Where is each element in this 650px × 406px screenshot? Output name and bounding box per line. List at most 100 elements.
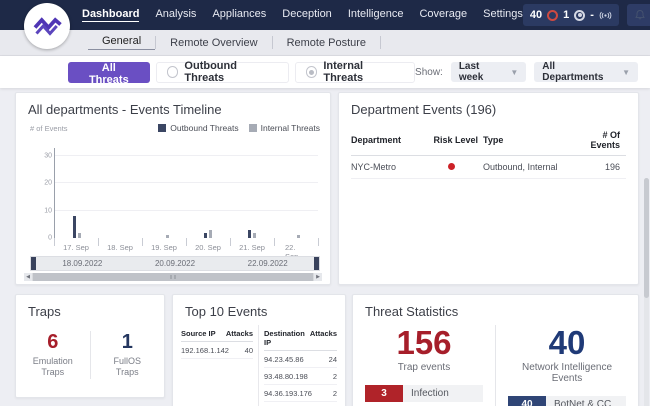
nav-item-analysis[interactable]: Analysis bbox=[155, 8, 196, 22]
table-row[interactable]: 94.36.193.176 2 bbox=[264, 385, 337, 402]
chart-navigator[interactable]: 18.09.2022 20.09.2022 22.09.2022 bbox=[30, 256, 320, 271]
fullos-traps-label: FullOS Traps bbox=[113, 356, 141, 378]
infection-badge-row[interactable]: 3 Infection bbox=[365, 385, 483, 403]
col-num-events[interactable]: # Of Events bbox=[577, 130, 627, 150]
network-intelligence-stat: 40 Network Intelligence Events 40 BotNet… bbox=[496, 324, 638, 406]
x-tick-mark bbox=[318, 238, 319, 246]
col-source-ip[interactable]: Source IP bbox=[181, 329, 216, 338]
notifications-button[interactable] bbox=[626, 4, 650, 26]
destination-ip-table: Destination IP Attacks 94.23.45.86 24 93… bbox=[259, 325, 337, 406]
tab-general[interactable]: General bbox=[88, 35, 156, 50]
y-tick-label: 10 bbox=[44, 207, 52, 215]
scroll-right-arrow-icon[interactable]: ▶ bbox=[314, 273, 322, 281]
cell-department: NYC-Metro bbox=[351, 162, 397, 172]
tab-remote-overview[interactable]: Remote Overview bbox=[156, 37, 271, 49]
nav-item-settings[interactable]: Settings bbox=[483, 8, 523, 22]
trap-events-stat: 156 Trap events 3 Infection bbox=[353, 324, 496, 406]
nav-item-deception[interactable]: Deception bbox=[282, 8, 332, 22]
botnet-label: BotNet & CC bbox=[554, 399, 612, 406]
traps-card: Traps 6 Emulation Traps 1 FullOS Traps bbox=[15, 294, 165, 398]
time-range-select[interactable]: Last week ▼ bbox=[450, 61, 527, 83]
scroll-left-arrow-icon[interactable]: ◀ bbox=[24, 273, 32, 281]
department-select[interactable]: All Departments ▼ bbox=[534, 61, 638, 83]
table-row[interactable]: 95.136.41.50 2 bbox=[264, 402, 337, 406]
x-tick-label: 21. Sep bbox=[239, 243, 265, 252]
tab-remote-posture[interactable]: Remote Posture bbox=[273, 37, 380, 49]
table-row[interactable]: 93.48.80.198 2 bbox=[264, 368, 337, 385]
alert-status-box[interactable]: 40 1 - bbox=[522, 4, 619, 26]
legend-outbound[interactable]: Outbound Threats bbox=[158, 123, 239, 133]
tab-separator bbox=[380, 36, 382, 49]
network-intelligence-label: Network Intelligence Events bbox=[521, 362, 613, 385]
risk-dot-icon bbox=[447, 163, 455, 170]
fullos-traps-stat[interactable]: 1 FullOS Traps bbox=[91, 331, 165, 379]
gridline bbox=[55, 155, 318, 157]
table-row[interactable]: 192.168.1.142 40 bbox=[181, 342, 253, 359]
record-dot-icon bbox=[574, 9, 586, 21]
chart-legend: Outbound Threats Internal Threats bbox=[158, 123, 320, 133]
y-axis-label: # of Events bbox=[30, 123, 68, 133]
alert-ring-icon bbox=[547, 9, 559, 21]
col-type[interactable]: Type bbox=[483, 135, 577, 145]
brand-logo[interactable] bbox=[24, 3, 70, 49]
fullos-traps-value: 1 bbox=[121, 331, 133, 353]
y-tick-label: 0 bbox=[48, 234, 52, 242]
botnet-badge-row[interactable]: 40 BotNet & CC bbox=[508, 396, 626, 406]
table-row[interactable]: NYC-Metro Outbound, Internal 196 bbox=[351, 156, 626, 179]
nav-item-appliances[interactable]: Appliances bbox=[212, 8, 266, 22]
zigzag-logo-icon bbox=[33, 17, 62, 36]
cell-type: Outbound, Internal bbox=[483, 162, 558, 172]
chart-bar[interactable] bbox=[72, 216, 76, 238]
source-ip-table: Source IP Attacks 192.168.1.142 40 bbox=[181, 325, 259, 406]
chart-bar[interactable] bbox=[209, 229, 213, 238]
x-tick-label: 18. Sep bbox=[107, 243, 133, 252]
risk-level-cell bbox=[434, 162, 484, 172]
chart-horizontal-scrollbar[interactable]: ◀ ▶ bbox=[24, 273, 322, 281]
y-tick-label: 30 bbox=[44, 152, 52, 160]
bell-icon bbox=[635, 10, 645, 20]
legend-swatch-icon bbox=[248, 124, 257, 132]
time-range-value: Last week bbox=[458, 61, 484, 83]
col-destination-ip[interactable]: Destination IP bbox=[264, 329, 310, 347]
legend-internal[interactable]: Internal Threats bbox=[248, 123, 320, 133]
trap-events-value: 156 bbox=[396, 324, 452, 361]
emulation-traps-stat[interactable]: 6 Emulation Traps bbox=[16, 331, 91, 379]
table-header-row: Department Risk Level Type # Of Events bbox=[351, 125, 626, 156]
alert-count: 40 bbox=[529, 9, 543, 21]
x-tick-label: 19. Sep bbox=[151, 243, 177, 252]
all-threats-button[interactable]: All Threats bbox=[68, 61, 150, 86]
cell-num-events: 196 bbox=[604, 162, 620, 172]
emulation-traps-label: Emulation Traps bbox=[32, 356, 73, 378]
col-risk-level[interactable]: Risk Level bbox=[434, 135, 484, 145]
traps-title: Traps bbox=[28, 304, 61, 319]
nav-item-coverage[interactable]: Coverage bbox=[419, 8, 467, 22]
main-nav: Dashboard Analysis Appliances Deception … bbox=[82, 8, 523, 22]
threat-statistics-card: Threat Statistics 156 Trap events 3 Infe… bbox=[352, 294, 639, 406]
legend-swatch-icon bbox=[158, 124, 167, 132]
navigator-right-handle-icon[interactable] bbox=[314, 257, 320, 270]
destination-table-header: Destination IP Attacks bbox=[264, 325, 337, 351]
internal-threats-label: Internal Threats bbox=[323, 60, 364, 84]
col-department[interactable]: Department bbox=[351, 135, 434, 145]
scrollbar-thumb[interactable] bbox=[33, 273, 313, 281]
infection-label: Infection bbox=[411, 388, 449, 400]
table-row[interactable]: 94.23.45.86 24 bbox=[264, 351, 337, 368]
outbound-threats-option[interactable]: Outbound Threats bbox=[155, 60, 289, 84]
nav-item-dashboard[interactable]: Dashboard bbox=[82, 8, 140, 22]
nav-item-intelligence[interactable]: Intelligence bbox=[348, 8, 404, 22]
chart-xlabels: 17. Sep18. Sep19. Sep20. Sep21. Sep22. S… bbox=[54, 243, 318, 261]
network-intelligence-value: 40 bbox=[548, 324, 586, 361]
radio-dot-icon bbox=[305, 66, 318, 78]
department-events-table: Department Risk Level Type # Of Events N… bbox=[339, 121, 638, 179]
col-attacks[interactable]: Attacks bbox=[226, 329, 253, 338]
top-10-events-body: Source IP Attacks 192.168.1.142 40 Desti… bbox=[173, 323, 345, 406]
top-10-events-card: Top 10 Events Source IP Attacks 192.168.… bbox=[172, 294, 346, 406]
col-attacks[interactable]: Attacks bbox=[310, 329, 337, 347]
scrollbar-thumb[interactable] bbox=[644, 178, 649, 298]
volume-icon bbox=[599, 11, 612, 19]
page-vertical-scrollbar[interactable] bbox=[644, 178, 649, 406]
internal-threats-option[interactable]: Internal Threats bbox=[294, 60, 416, 84]
volume-level: - bbox=[590, 9, 594, 21]
chart-bar[interactable] bbox=[248, 229, 252, 238]
y-tick-label: 20 bbox=[44, 179, 52, 187]
